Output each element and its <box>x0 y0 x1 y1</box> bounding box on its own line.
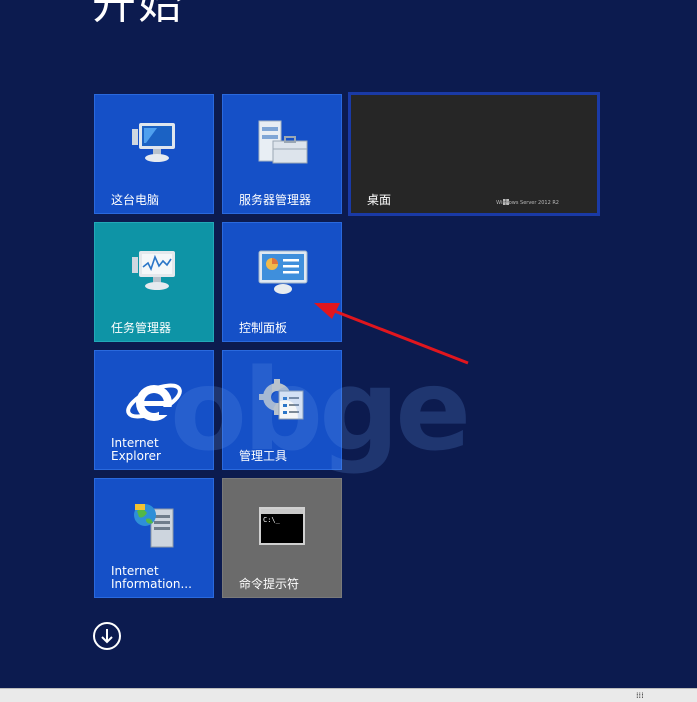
tile-iis[interactable]: Internet Information... <box>94 478 214 598</box>
admin-tools-icon <box>259 379 304 420</box>
tile-desktop[interactable]: 桌面 Windows Server 2012 R2 <box>348 92 600 216</box>
tile-label: 控制面板 <box>239 321 288 335</box>
scroll-grip-icon[interactable]: ⁞⁞⁞ <box>636 691 644 700</box>
tile-task-manager[interactable]: 任务管理器 <box>94 222 214 342</box>
tile-command-prompt[interactable]: C:\_ 命令提示符 <box>222 478 342 598</box>
tile-admin-tools[interactable]: 管理工具 <box>222 350 342 470</box>
red-arrow-annotation <box>314 303 469 365</box>
start-screen: 开始 这台电脑 服务器管理器 桌面 Windows Server 2012 R2… <box>0 0 697 688</box>
tile-label: Internet Information... <box>111 564 192 591</box>
tile-label: 管理工具 <box>239 449 288 463</box>
tile-label: 命令提示符 <box>239 577 300 591</box>
iis-icon <box>134 504 174 548</box>
tile-label: 服务器管理器 <box>239 193 312 207</box>
tile-this-pc[interactable]: 这台电脑 <box>94 94 214 214</box>
computer-icon <box>132 123 175 162</box>
tile-server-manager[interactable]: 服务器管理器 <box>222 94 342 214</box>
control-panel-icon <box>258 250 308 294</box>
bottom-bar: ⁞⁞⁞ <box>0 688 697 702</box>
tile-internet-explorer[interactable]: Internet Explorer <box>94 350 214 470</box>
tile-label: 桌面 <box>367 193 392 207</box>
task-manager-icon <box>132 251 175 290</box>
tile-label: 任务管理器 <box>111 321 172 335</box>
all-apps-button[interactable] <box>93 622 121 650</box>
arrow-down-icon <box>101 629 113 644</box>
tile-label: 这台电脑 <box>111 193 160 207</box>
server-manager-icon <box>258 120 308 164</box>
desktop-brand: Windows Server 2012 R2 <box>496 200 559 206</box>
svg-text:C:\_: C:\_ <box>263 516 281 524</box>
tile-label: Internet Explorer <box>111 436 161 463</box>
internet-explorer-icon <box>126 383 182 421</box>
command-prompt-icon: C:\_ <box>259 507 305 545</box>
start-title: 开始 <box>92 0 184 29</box>
